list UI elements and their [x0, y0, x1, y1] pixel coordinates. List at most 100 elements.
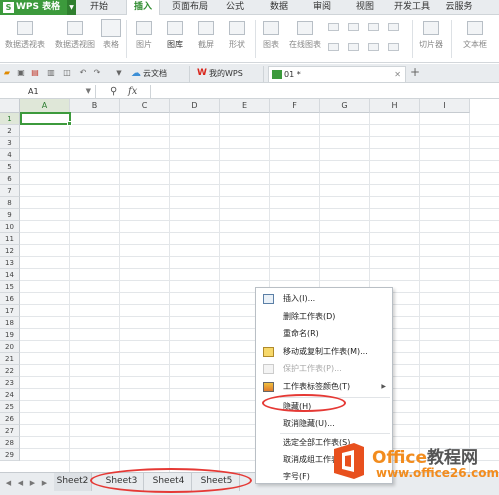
tab-cloud-service[interactable]: 云服务 [441, 0, 477, 15]
row-header[interactable]: 12 [0, 245, 20, 257]
row-header[interactable]: 7 [0, 185, 20, 197]
select-all-corner[interactable] [0, 99, 20, 113]
tab-insert[interactable]: 插入 [126, 0, 160, 15]
tab-review[interactable]: 审阅 [308, 0, 336, 15]
column-header[interactable]: E [220, 99, 270, 113]
row-header[interactable]: 16 [0, 293, 20, 305]
zoom-icon[interactable]: ⚲ [110, 85, 117, 98]
pie-chart-icon[interactable] [368, 23, 379, 31]
row-header[interactable]: 28 [0, 437, 20, 449]
row-header[interactable]: 6 [0, 173, 20, 185]
scatter-chart-icon[interactable] [348, 43, 359, 51]
chart-button[interactable]: 图表 [258, 15, 284, 63]
tab-home[interactable]: 开始 [84, 0, 114, 15]
first-sheet-icon[interactable]: ◀ [4, 478, 13, 489]
column-header[interactable]: I [420, 99, 470, 113]
row-header[interactable]: 13 [0, 257, 20, 269]
column-header[interactable]: G [320, 99, 370, 113]
menu-item-rename[interactable]: 重命名(R) [257, 325, 392, 342]
tab-formulas[interactable]: 公式 [221, 0, 249, 15]
close-icon[interactable]: ✕ [394, 67, 401, 82]
column-header[interactable]: A [20, 99, 70, 113]
doc-tab-active[interactable]: 01 * ✕ [268, 66, 406, 82]
table-button[interactable]: 表格 [99, 15, 123, 63]
textbox-button[interactable]: 文本框 [455, 15, 495, 63]
column-header[interactable]: B [70, 99, 120, 113]
row-header[interactable]: 18 [0, 317, 20, 329]
row-header[interactable]: 19 [0, 329, 20, 341]
row-header[interactable]: 29 [0, 449, 20, 461]
chevron-down-icon[interactable]: ▼ [67, 0, 76, 15]
menu-item-delete-sheet[interactable]: 删除工作表(D) [257, 308, 392, 325]
column-header[interactable]: F [270, 99, 320, 113]
print-icon[interactable]: ▥ [46, 68, 56, 78]
last-sheet-icon[interactable]: ▶ [40, 478, 49, 489]
row-header[interactable]: 8 [0, 197, 20, 209]
row-header[interactable]: 17 [0, 305, 20, 317]
shapes-button[interactable]: 形状 [222, 15, 252, 63]
row-header[interactable]: 11 [0, 233, 20, 245]
insert-function-icon[interactable]: fx [128, 84, 137, 99]
row-header[interactable]: 26 [0, 413, 20, 425]
menu-item-tab-color[interactable]: 工作表标签颜色(T) ▶ [257, 378, 392, 395]
open-folder-icon[interactable]: ▰ [2, 68, 12, 78]
online-chart-button[interactable]: 在线图表 [285, 15, 325, 63]
line-chart-icon[interactable] [348, 23, 359, 31]
row-header[interactable]: 27 [0, 425, 20, 437]
row-header[interactable]: 5 [0, 161, 20, 173]
export-pdf-icon[interactable]: ▤ [30, 68, 40, 78]
tab-developer[interactable]: 开发工具 [390, 0, 434, 15]
row-header[interactable]: 1 [0, 113, 20, 125]
row-header[interactable]: 10 [0, 221, 20, 233]
fill-handle[interactable] [67, 121, 72, 126]
radar-chart-icon[interactable] [368, 43, 379, 51]
row-header[interactable]: 24 [0, 389, 20, 401]
row-header[interactable]: 21 [0, 353, 20, 365]
row-header[interactable]: 4 [0, 149, 20, 161]
pivot-chart-button[interactable]: 数据透视图 [50, 15, 100, 63]
formula-input[interactable] [150, 85, 495, 98]
save-icon[interactable]: ▣ [16, 68, 26, 78]
row-header[interactable]: 2 [0, 125, 20, 137]
column-header[interactable]: C [120, 99, 170, 113]
next-sheet-icon[interactable]: ▶ [28, 478, 37, 489]
row-header[interactable]: 14 [0, 269, 20, 281]
screenshot-button[interactable]: 截屏 [191, 15, 221, 63]
redo-icon[interactable]: ↷ [92, 68, 102, 78]
row-header[interactable]: 25 [0, 401, 20, 413]
row-header[interactable]: 15 [0, 281, 20, 293]
column-header[interactable]: D [170, 99, 220, 113]
selected-cell[interactable] [20, 112, 72, 126]
doc-tab-my-wps[interactable]: W 我的WPS [194, 66, 264, 82]
other-chart-icon[interactable] [388, 43, 399, 51]
slicer-button[interactable]: 切片器 [415, 15, 447, 63]
menu-item-insert[interactable]: 插入(I)... [257, 290, 392, 307]
area-chart-icon[interactable] [328, 43, 339, 51]
tab-data[interactable]: 数据 [265, 0, 293, 15]
tab-view[interactable]: 视图 [351, 0, 379, 15]
row-header[interactable]: 20 [0, 341, 20, 353]
customize-toolbar-icon[interactable]: ▼ [114, 68, 124, 78]
new-tab-icon[interactable]: + [410, 66, 420, 78]
gallery-button[interactable]: 图库 [160, 15, 190, 63]
print-preview-icon[interactable]: ◫ [62, 68, 72, 78]
app-menu-button[interactable]: S WPS 表格 ▼ [0, 0, 76, 15]
chevron-down-icon[interactable]: ▼ [86, 85, 91, 98]
undo-icon[interactable]: ↶ [78, 68, 88, 78]
sheet-tab-sheet2[interactable]: Sheet2 [54, 473, 92, 491]
doc-tab-cloud[interactable]: ☁ 云文档 [128, 66, 190, 82]
column-chart-icon[interactable] [388, 23, 399, 31]
bar-chart-icon[interactable] [328, 23, 339, 31]
name-box[interactable]: A1 ▼ [0, 85, 96, 98]
row-header[interactable]: 3 [0, 137, 20, 149]
picture-button[interactable]: 图片 [129, 15, 159, 63]
prev-sheet-icon[interactable]: ◀ [16, 478, 25, 489]
row-header[interactable]: 9 [0, 209, 20, 221]
pivot-table-button[interactable]: 数据透视表 [0, 15, 50, 63]
tab-page-layout[interactable]: 页面布局 [168, 0, 212, 15]
row-header[interactable]: 23 [0, 377, 20, 389]
row-header[interactable]: 22 [0, 365, 20, 377]
menu-item-move-copy[interactable]: 移动或复制工作表(M)... [257, 343, 392, 360]
menu-item-unhide[interactable]: 取消隐藏(U)... [257, 415, 392, 432]
column-header[interactable]: H [370, 99, 420, 113]
